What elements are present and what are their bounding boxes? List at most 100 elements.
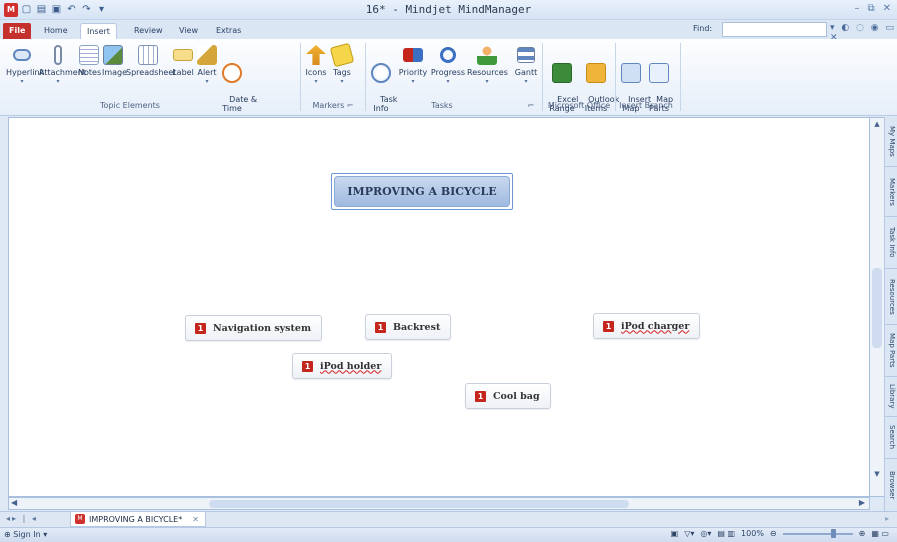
side-tab-resources[interactable]: Resources [885, 269, 897, 325]
sign-in-label: Sign In [13, 530, 41, 539]
image-icon [103, 45, 123, 65]
tab-review[interactable]: Review [128, 23, 169, 39]
tab-insert[interactable]: Insert [80, 23, 117, 39]
find-input[interactable] [722, 22, 827, 37]
image-button[interactable]: Image [102, 45, 128, 77]
side-tab-map-parts[interactable]: Map Parts [885, 325, 897, 377]
tab-file[interactable]: File [3, 23, 32, 39]
side-tab-library[interactable]: Library [885, 377, 897, 417]
scroll-left-icon[interactable]: ◀ [11, 498, 17, 507]
topic-cool-bag[interactable]: 1 Cool bag [465, 383, 551, 409]
tags-label: Tags [333, 68, 351, 77]
task-info-button[interactable]: Task Info [370, 45, 397, 122]
close-tab-icon[interactable]: ✕ [192, 515, 199, 524]
filter-icon[interactable]: ▽▾ [684, 529, 694, 538]
zoom-slider-knob[interactable] [830, 528, 836, 538]
hyperlink-button[interactable]: Hyperlink ▾ [6, 45, 44, 86]
label-button[interactable]: Label [172, 45, 194, 77]
notes-button[interactable]: Notes [78, 45, 101, 77]
side-tab-my-maps[interactable]: My Maps [885, 117, 897, 167]
tab-view[interactable]: View [173, 23, 204, 39]
layout-icon[interactable]: ▦ ▭ [871, 529, 889, 538]
scroll-down-icon[interactable]: ▼ [872, 470, 882, 480]
tab-home[interactable]: Home [38, 23, 74, 39]
document-tab-bar: ◂▸ | ◂ M IMPROVING A BICYCLE* ✕ ▸ [0, 511, 897, 527]
tab-navigation-icon[interactable]: ◂▸ | ◂ [6, 514, 38, 523]
ribbon-group-divider [542, 43, 543, 111]
priority-button[interactable]: Priority ▾ [398, 45, 428, 86]
title-bar: M ▢ ▤ ▣ ↶ ↷ ▾ 16* - Mindjet MindManager … [0, 0, 897, 20]
map-parts-icon [649, 63, 669, 83]
topic-backrest[interactable]: 1 Backrest [365, 314, 452, 340]
topic-navigation-system[interactable]: 1 Navigation system [185, 315, 323, 341]
resources-button[interactable]: Resources ▾ [467, 45, 508, 86]
document-tab[interactable]: M IMPROVING A BICYCLE* ✕ [70, 512, 206, 527]
alert-button[interactable]: Alert ▾ [197, 45, 217, 86]
view-mode-icon[interactable]: ▣ [671, 529, 679, 538]
window-title: 16* - Mindjet MindManager [365, 3, 532, 16]
vertical-scroll-thumb[interactable] [872, 268, 882, 348]
label-icon [173, 49, 193, 61]
sign-in-button[interactable]: ⊕ Sign In ▾ [4, 530, 47, 539]
markers-label: Markers [312, 101, 345, 110]
vertical-scrollbar[interactable]: ▲ ▼ [870, 117, 884, 497]
notes-icon [79, 45, 99, 65]
topic-label: iPod holder [320, 360, 382, 372]
spreadsheet-button[interactable]: Spreadsheet [126, 45, 176, 77]
spreadsheet-label: Spreadsheet [126, 68, 177, 77]
markers-group-label: Markers ⌐ [312, 101, 354, 110]
focus-icon[interactable]: ◎▾ [700, 529, 711, 538]
topic-ipod-charger[interactable]: 1 iPod charger [593, 313, 701, 339]
task-info-icon [371, 63, 391, 83]
scroll-right-icon[interactable]: ▶ [859, 498, 865, 507]
calendar-icon [222, 63, 242, 83]
zoom-slider[interactable] [782, 528, 853, 538]
horizontal-scrollbar[interactable]: ◀ ▶ [8, 497, 870, 510]
central-topic-label: IMPROVING A BICYCLE [334, 176, 510, 207]
tab-extras[interactable]: Extras [210, 23, 247, 39]
priority-1-icon: 1 [375, 321, 386, 333]
side-tab-browser[interactable]: Browser [885, 459, 897, 512]
microsoft-office-group-label: Microsoft Office [547, 101, 611, 110]
tags-button[interactable]: Tags ▾ [329, 42, 355, 86]
ribbon-group-divider [365, 43, 366, 111]
date-time-label: Date & Time [222, 95, 258, 113]
scroll-up-icon[interactable]: ▲ [872, 120, 882, 130]
zoom-out-icon[interactable]: ⊖ [770, 529, 777, 538]
map-parts-button[interactable]: Map Parts [646, 45, 673, 122]
central-topic[interactable]: IMPROVING A BICYCLE [331, 173, 513, 210]
excel-range-button[interactable]: Excel Range [547, 45, 578, 122]
gantt-button[interactable]: Gantt ▾ [514, 45, 538, 86]
priority-icon [403, 48, 423, 62]
side-tab-markers[interactable]: Markers [885, 167, 897, 217]
zoom-level: 100% [741, 529, 764, 538]
priority-1-icon: 1 [603, 320, 614, 332]
progress-button[interactable]: Progress ▾ [430, 45, 466, 86]
window-controls: – ⧉ ✕ [854, 3, 891, 14]
tasks-dialog-launcher-icon[interactable]: ⌐ [526, 101, 536, 110]
minimize-button[interactable]: – [854, 3, 859, 14]
resources-label: Resources [467, 68, 508, 77]
paperclip-icon [54, 45, 62, 65]
close-button[interactable]: ✕ [883, 3, 891, 14]
gantt-icon [517, 47, 535, 63]
fit-map-icon[interactable]: ▤ ▥ [717, 529, 735, 538]
date-time-button[interactable]: Date & Time [219, 45, 257, 122]
icons-button[interactable]: Icons ▾ [305, 45, 327, 86]
zoom-in-icon[interactable]: ⊕ [859, 529, 866, 538]
side-tab-task-info[interactable]: Task Info [885, 217, 897, 269]
tab-scroll-right-icon[interactable]: ▸ [885, 514, 889, 523]
ribbon-group-divider [300, 43, 301, 111]
map-canvas[interactable]: IMPROVING A BICYCLE 1 Navigation system … [8, 117, 870, 497]
progress-icon [440, 47, 456, 63]
side-tab-search[interactable]: Search [885, 417, 897, 459]
restore-button[interactable]: ⧉ [867, 3, 874, 14]
task-info-label: Task Info [373, 95, 398, 113]
horizontal-scroll-thumb[interactable] [209, 500, 629, 508]
topic-ipod-holder[interactable]: 1 iPod holder [292, 353, 393, 379]
outlook-items-button[interactable]: Outlook Items [578, 45, 619, 122]
attachment-button[interactable]: Attachment ▾ [39, 45, 86, 86]
image-label: Image [102, 68, 128, 77]
insert-map-button[interactable]: Insert Map [618, 45, 651, 122]
priority-1-icon: 1 [302, 360, 313, 372]
